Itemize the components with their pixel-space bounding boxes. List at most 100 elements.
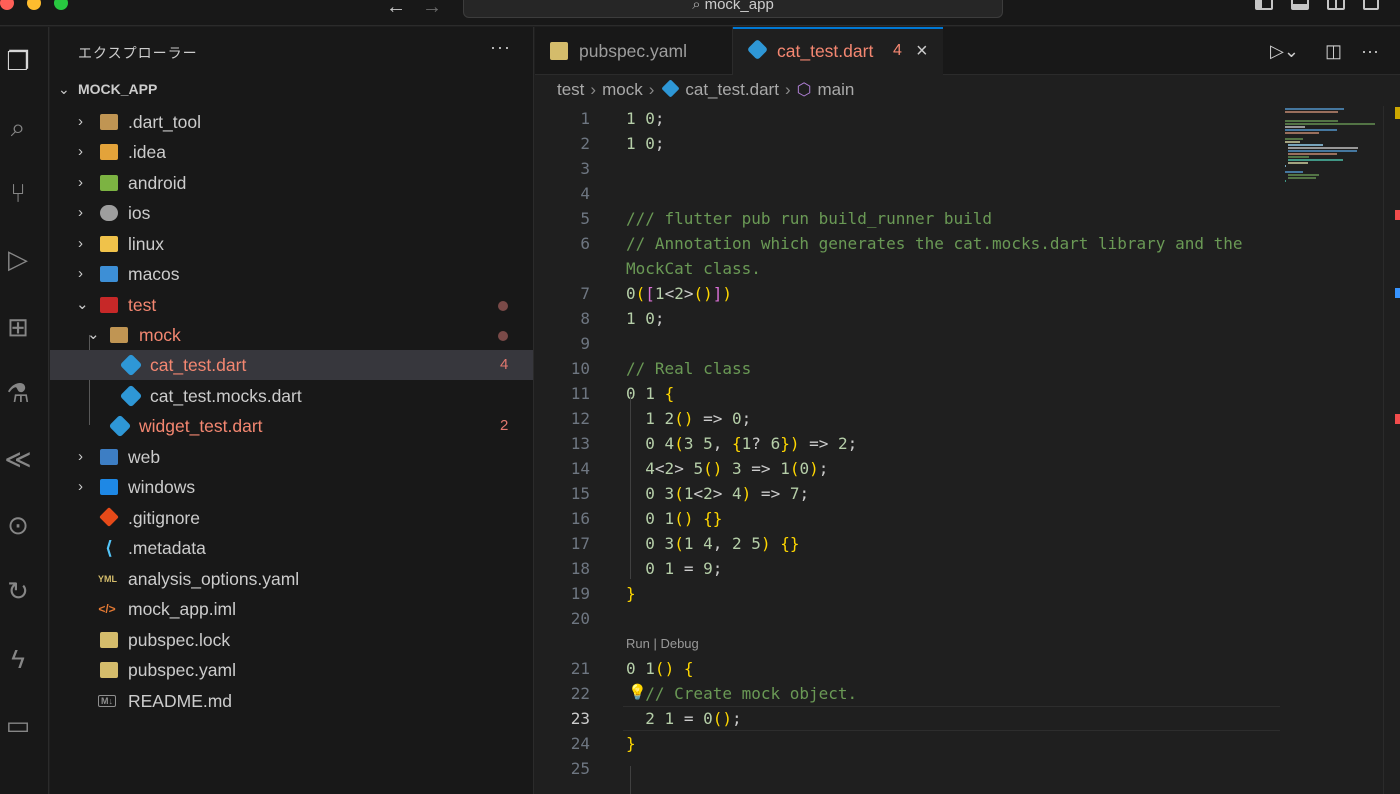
breadcrumb-mock[interactable]: mock: [602, 80, 643, 100]
code-line[interactable]: 21 0 1() {: [535, 656, 1285, 681]
split-editor-icon[interactable]: ◫: [1325, 41, 1342, 62]
code-line[interactable]: 25: [535, 756, 1285, 781]
tree-item-windows[interactable]: › windows: [50, 472, 533, 502]
tab-pubspec-yaml[interactable]: pubspec.yaml: [535, 27, 733, 75]
tab-cat-test-dart[interactable]: cat_test.dart 4 ×: [733, 27, 943, 76]
tree-item-linux[interactable]: › linux: [50, 229, 533, 259]
code-line[interactable]: 17 0 3(1 4, 2 5) {}: [535, 531, 1285, 556]
minimap-line: [1285, 138, 1303, 140]
code-line[interactable]: 11 0 1 {: [535, 381, 1285, 406]
code-line[interactable]: 22 // Create mock object.: [535, 681, 1285, 706]
code-line[interactable]: 15 0 3(1<2> 4) => 7;: [535, 481, 1285, 506]
code-line[interactable]: 8 1 0;: [535, 306, 1285, 331]
extensions-icon[interactable]: ⊞: [0, 307, 36, 347]
tree-item-android[interactable]: › android: [50, 168, 533, 198]
testing-icon[interactable]: ⚗: [0, 373, 36, 413]
tree-item-widget-test-dart[interactable]: widget_test.dart 2: [50, 411, 533, 441]
code-line[interactable]: 3: [535, 156, 1285, 181]
remote-icon[interactable]: ↻: [0, 571, 36, 611]
line-number: 19: [535, 581, 590, 606]
code-line[interactable]: 20: [535, 606, 1285, 631]
code-text: /// flutter pub run build_runner build: [626, 206, 992, 231]
tree-item-pubspec-lock[interactable]: pubspec.lock: [50, 625, 533, 655]
toggle-sidebar-icon[interactable]: [1255, 0, 1273, 10]
code-line[interactable]: 19}: [535, 581, 1285, 606]
tree-item-macos[interactable]: › macos: [50, 259, 533, 289]
forward-arrow-icon[interactable]: →: [422, 0, 442, 19]
flutter-icon[interactable]: ≪: [0, 439, 36, 479]
code-line[interactable]: 7 0([1<2>()]): [535, 281, 1285, 306]
tree-item-mock[interactable]: ⌄ mock: [50, 320, 533, 350]
git-graph-icon[interactable]: ⊙: [0, 505, 36, 545]
tab-problem-badge: 4: [893, 29, 902, 73]
line-number: 17: [535, 531, 590, 556]
breadcrumb-symbol[interactable]: main: [817, 80, 854, 100]
tree-item-mock-app-iml[interactable]: </> mock_app.iml: [50, 594, 533, 624]
breadcrumb-test[interactable]: test: [557, 80, 584, 100]
close-window-button[interactable]: [0, 0, 14, 10]
tree-item-idea[interactable]: › .idea: [50, 137, 533, 167]
code-text: // Annotation which generates the cat.mo…: [626, 231, 1243, 256]
line-number: 24: [535, 731, 590, 756]
lightning-icon[interactable]: ϟ: [0, 639, 36, 679]
code-line[interactable]: 2 1 0;: [535, 131, 1285, 156]
tree-item-analysis-options[interactable]: YML analysis_options.yaml: [50, 564, 533, 594]
code-line[interactable]: 4: [535, 181, 1285, 206]
code-line[interactable]: 10 // Real class: [535, 356, 1285, 381]
minimap-line: [1285, 141, 1300, 143]
code-line[interactable]: 6 // Annotation which generates the cat.m…: [535, 231, 1285, 256]
tree-item-ios[interactable]: › ios: [50, 198, 533, 228]
explorer-icon[interactable]: ❐: [0, 41, 36, 81]
overview-ruler[interactable]: [1383, 106, 1400, 794]
code-line[interactable]: 23 2 1 = 0();: [535, 706, 1285, 731]
tree-item-web[interactable]: › web: [50, 442, 533, 472]
breadcrumb-file[interactable]: cat_test.dart: [685, 80, 779, 100]
toggle-secondary-sidebar-icon[interactable]: [1327, 0, 1345, 10]
minimap[interactable]: [1285, 106, 1383, 794]
code-line[interactable]: MockCat class.: [535, 256, 1285, 281]
code-line[interactable]: 1 1 0;: [535, 106, 1285, 131]
line-number: 16: [535, 506, 590, 531]
close-icon[interactable]: ×: [916, 29, 928, 73]
lightbulb-icon[interactable]: 💡: [628, 683, 647, 701]
tree-item-cat-test-mocks-dart[interactable]: cat_test.mocks.dart: [50, 381, 533, 411]
line-number: 21: [535, 656, 590, 681]
run-debug-codelens[interactable]: Run | Debug: [626, 631, 699, 656]
chevron-right-icon: ›: [78, 442, 92, 472]
tree-item-cat-test-dart[interactable]: cat_test.dart 4: [50, 350, 533, 380]
more-actions-icon[interactable]: ···: [1361, 41, 1379, 62]
code-line[interactable]: 13 0 4(3 5, {1? 6}) => 2;: [535, 431, 1285, 456]
tree-item-test[interactable]: ⌄ test: [50, 290, 533, 320]
code-line[interactable]: 18 0 1 = 9;: [535, 556, 1285, 581]
code-text: 1 0;: [626, 106, 665, 131]
ellipsis-icon[interactable]: ···: [490, 37, 511, 58]
code-line[interactable]: 16 0 1() {}: [535, 506, 1285, 531]
code-line[interactable]: 14 4<2> 5() 3 => 1(0);: [535, 456, 1285, 481]
tree-item-dart-tool[interactable]: › .dart_tool: [50, 107, 533, 137]
chat-icon[interactable]: ▭: [0, 705, 36, 745]
chevron-down-icon: ⌄: [76, 290, 90, 320]
workspace-root[interactable]: ⌄ MOCK_APP: [58, 81, 157, 98]
tree-item-readme[interactable]: M↓ README.md: [50, 686, 533, 716]
code-line[interactable]: 24}: [535, 731, 1285, 756]
command-center-search[interactable]: ⌕ mock_app: [463, 0, 1003, 18]
maximize-window-button[interactable]: [54, 0, 68, 10]
search-icon[interactable]: ⌕: [0, 107, 36, 147]
tree-item-metadata[interactable]: ⟨ .metadata: [50, 533, 533, 563]
code-line[interactable]: 9: [535, 331, 1285, 356]
run-debug-icon[interactable]: ▷: [0, 239, 36, 279]
pubspec-file-icon: [100, 662, 118, 678]
code-text: 1 0;: [626, 131, 665, 156]
run-debug-dropdown-icon[interactable]: ▷⌄: [1270, 41, 1299, 62]
source-control-icon[interactable]: ⑂: [0, 173, 36, 213]
code-line[interactable]: 5 /// flutter pub run build_runner build: [535, 206, 1285, 231]
code-line[interactable]: 12 1 2() => 0;: [535, 406, 1285, 431]
tree-item-gitignore[interactable]: .gitignore: [50, 503, 533, 533]
tree-item-pubspec-yaml[interactable]: pubspec.yaml: [50, 655, 533, 685]
code-editor[interactable]: 1 1 0; 2 1 0; 3 4 5 /// flutter pub run bui…: [535, 106, 1285, 794]
minimize-window-button[interactable]: [27, 0, 41, 10]
toggle-panel-icon[interactable]: [1291, 0, 1309, 10]
dart-file-icon: [109, 415, 132, 438]
back-arrow-icon[interactable]: ←: [386, 0, 406, 19]
customize-layout-icon[interactable]: [1363, 0, 1379, 10]
